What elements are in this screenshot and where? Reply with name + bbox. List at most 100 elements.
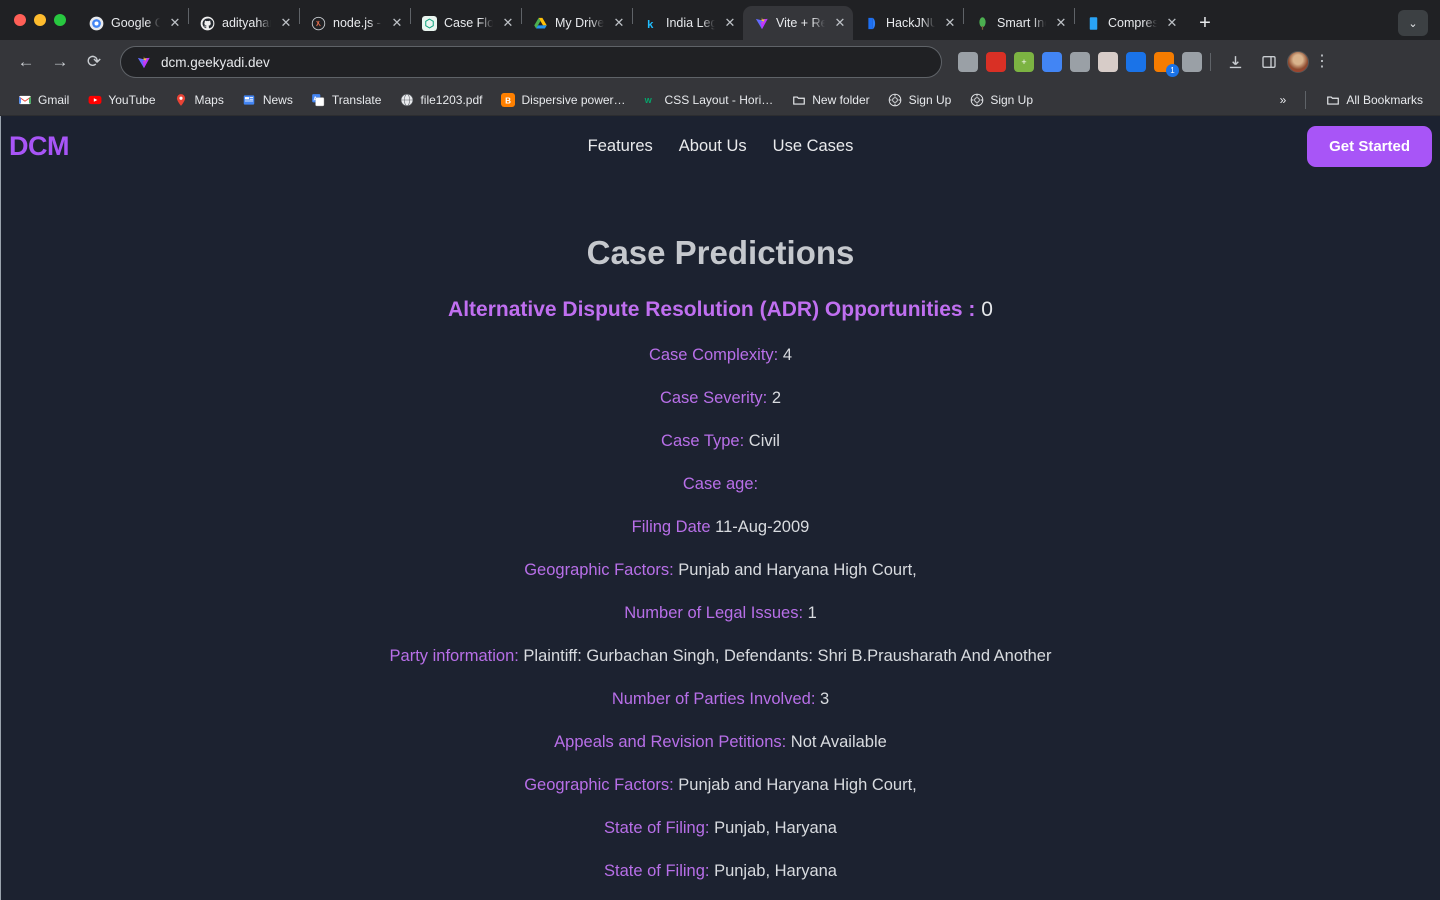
bookmark-item[interactable]: New folder [784,89,876,110]
tab-strip-right: ⌄ [1398,10,1440,40]
maps-icon [174,92,189,107]
tab-search-chevron-icon[interactable]: ⌄ [1398,10,1428,36]
avatar[interactable] [1287,51,1309,73]
browser-tab[interactable]: My Drive ✕ [522,6,632,40]
bookmark-label: Translate [331,92,382,107]
bookmark-item[interactable]: B Dispersive power… [494,89,633,110]
extensions-puzzle-icon[interactable] [1182,52,1202,72]
bookmark-label: Dispersive power… [521,92,626,107]
browser-toolbar: ← → ⟳ dcm.geekyadi.dev +1 ⋮ [0,40,1440,84]
prediction-label: State of Filing: [604,819,710,837]
chrome-icon [88,15,104,31]
browser-tab[interactable]: Case Flo ✕ [411,6,521,40]
browser-tab[interactable]: HackJNU ✕ [853,6,963,40]
all-bookmarks-label: All Bookmarks [1346,92,1423,107]
bookmarks-divider [1305,90,1307,109]
back-button[interactable]: ← [10,46,42,78]
minimize-window-button[interactable] [34,14,46,26]
tab-close-icon[interactable]: ✕ [833,15,847,31]
bookmarks-overflow-button[interactable]: » [1273,90,1294,110]
prediction-value: Plaintiff: Gurbachan Singh, Defendants: … [518,647,1052,665]
tab-close-icon[interactable]: ✕ [501,15,515,31]
browser-tab[interactable]: Vite + Re ✕ [743,6,853,40]
window-controls[interactable] [8,0,78,40]
reload-button[interactable]: ⟳ [78,46,110,78]
browser-tab[interactable]: Compres ✕ [1075,6,1185,40]
tab-close-icon[interactable]: ✕ [1165,15,1179,31]
bookmark-item[interactable]: Gmail [10,89,76,110]
thimble-extension[interactable] [958,52,978,72]
nav-link-use-cases[interactable]: Use Cases [773,137,854,156]
nav-link-about-us[interactable]: About Us [679,137,747,156]
prediction-row: Geographic Factors: Punjab and Haryana H… [1,776,1440,795]
prediction-value: Civil [744,432,780,450]
kebab-menu-icon[interactable]: ⋮ [1311,54,1333,69]
browser-tab[interactable]: k India Leg ✕ [633,6,743,40]
site-logo[interactable]: DCM [9,131,70,162]
close-window-button[interactable] [14,14,26,26]
chatgpt-icon [421,15,437,31]
browser-tab[interactable]: Google C ✕ [78,6,188,40]
fox-extension[interactable]: 1 [1154,52,1179,77]
bookmark-item[interactable]: News [235,89,300,110]
browser-tab[interactable]: node.js - ✕ [300,6,410,40]
nav-link-features[interactable]: Features [588,137,653,156]
prediction-rows: Case Complexity: 4 Case Severity: 2 Case T… [1,346,1440,900]
url-text: dcm.geekyadi.dev [161,54,270,70]
add-green-extension[interactable]: + [1014,52,1034,72]
tab-close-icon[interactable]: ✕ [943,15,957,31]
bookmark-item[interactable]: Sign Up [881,89,959,110]
prediction-value: 4 [778,346,793,364]
download-icon[interactable] [1219,46,1251,78]
prediction-label: State of Filing: [604,862,710,880]
bookmark-item[interactable]: Sign Up [962,89,1040,110]
tab-strip: Google C ✕ adityahar ✕ node.js - ✕ Case Flo ✕ My… [0,0,1440,40]
all-bookmarks-button[interactable]: All Bookmarks [1318,89,1430,110]
blue-file-icon [1085,15,1101,31]
browser-tab[interactable]: Smart Ind ✕ [964,6,1074,40]
tab-close-icon[interactable]: ✕ [390,15,404,31]
red-puzzle-extension[interactable] [986,52,1006,72]
prediction-label: Party information: [389,647,519,665]
bookmark-item[interactable]: file1203.pdf [392,89,489,110]
bookmark-item[interactable]: Maps [167,89,231,110]
hand-cursor-extension[interactable] [1070,52,1090,72]
glasses-extension[interactable] [1098,52,1118,72]
tab-close-icon[interactable]: ✕ [612,15,626,31]
nodejs-icon [310,15,326,31]
bookmark-label: YouTube [108,92,156,107]
new-tab-button[interactable]: + [1191,9,1219,37]
page-viewport: DCM Features About Us Use Cases Get Starte… [0,116,1440,900]
bookmark-item[interactable]: YouTube [80,89,162,110]
youtube-icon [87,92,102,107]
tab-close-icon[interactable]: ✕ [723,15,737,31]
gmail-icon [17,92,32,107]
tab-title: adityahar [222,16,272,30]
prediction-row: Case Complexity: 4 [1,346,1440,365]
tab-close-icon[interactable]: ✕ [168,15,182,31]
address-bar[interactable]: dcm.geekyadi.dev [120,46,942,78]
blogger-icon: B [501,92,516,107]
adr-value: 0 [981,298,993,321]
tab-close-icon[interactable]: ✕ [1054,15,1068,31]
prediction-label: Geographic Factors: [524,561,674,579]
prediction-row: Number of Parties Involved: 3 [1,690,1440,709]
forward-button[interactable]: → [44,46,76,78]
prediction-value: Punjab, Haryana [709,819,837,837]
browser-window: Google C ✕ adityahar ✕ node.js - ✕ Case Flo ✕ My… [0,0,1440,900]
maximize-window-button[interactable] [54,14,66,26]
blue-eye-extension[interactable] [1126,52,1146,72]
get-started-button[interactable]: Get Started [1307,125,1432,167]
prediction-value: Punjab, Haryana [709,862,837,880]
tab-close-icon[interactable]: ✕ [279,15,293,31]
browser-tab[interactable]: adityahar ✕ [189,6,299,40]
bookmark-item[interactable]: A Translate [304,89,389,110]
side-panel-icon[interactable] [1253,46,1285,78]
globe-icon [399,92,414,107]
bookmark-item[interactable]: W CSS Layout - Hori… [637,89,781,110]
prediction-row: Appeals and Revision Petitions: Not Avai… [1,733,1440,752]
folder-icon [791,92,806,107]
prediction-label: Case Complexity: [648,346,779,364]
color-palette-extension[interactable] [1042,52,1062,72]
folder-icon [1325,92,1340,107]
